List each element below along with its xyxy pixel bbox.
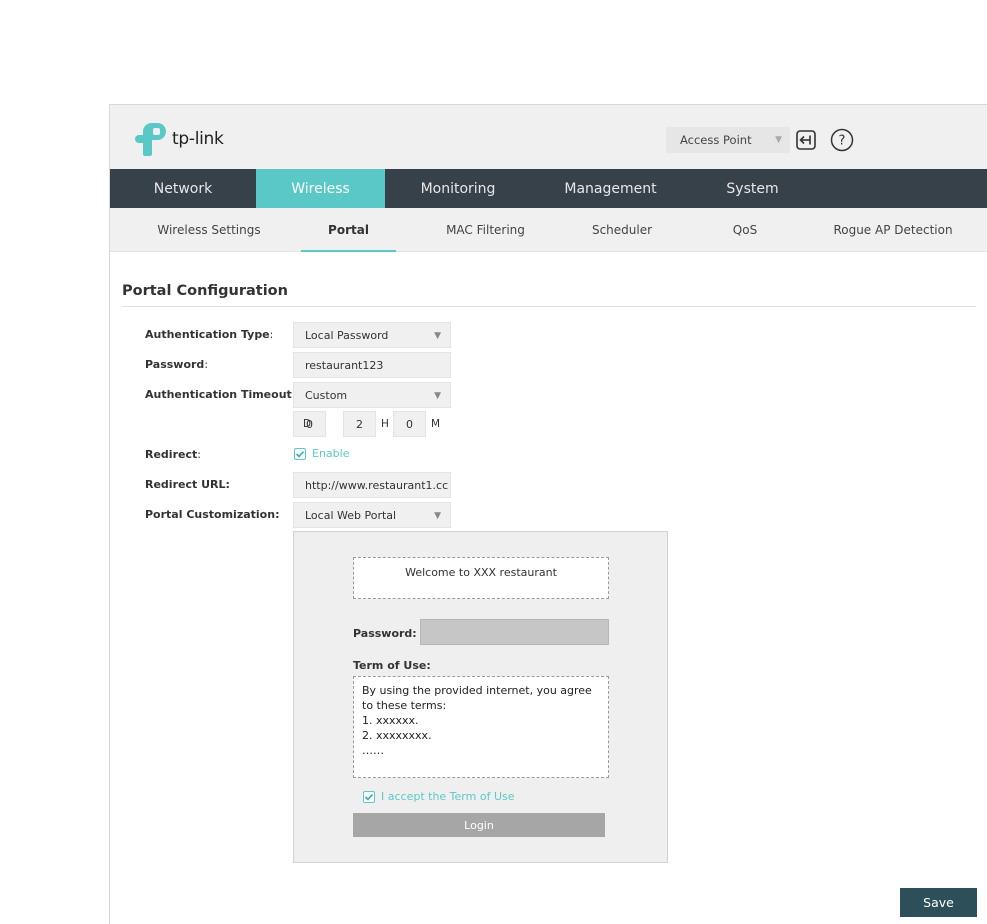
password-input[interactable]: restaurant123 bbox=[293, 352, 451, 378]
redirect-url-input[interactable]: http://www.restaurant1.cc bbox=[293, 472, 451, 498]
auth-timeout-value: Custom bbox=[305, 388, 348, 402]
operation-mode-value: Access Point bbox=[680, 133, 752, 147]
preview-accept-checkbox: I accept the Term of Use bbox=[363, 790, 515, 803]
auth-type-label: Authentication Type: bbox=[145, 328, 274, 341]
tab-scheduler[interactable]: Scheduler bbox=[572, 208, 672, 252]
tp-link-logo-icon bbox=[134, 121, 168, 157]
chevron-down-icon: ▼ bbox=[775, 135, 782, 145]
tab-rogue-ap-detection[interactable]: Rogue AP Detection bbox=[821, 208, 965, 252]
redirect-enable-checkbox[interactable]: Enable bbox=[294, 447, 349, 460]
sub-nav: Wireless Settings Portal MAC Filtering S… bbox=[110, 208, 987, 252]
preview-password-label: Password: bbox=[353, 627, 417, 640]
terms-line: 2. xxxxxxxx. bbox=[362, 729, 432, 742]
nav-network[interactable]: Network bbox=[110, 169, 256, 208]
logout-icon bbox=[796, 130, 816, 150]
checkbox-checked-icon bbox=[294, 447, 306, 460]
auth-timeout-select[interactable]: Custom ▼ bbox=[293, 382, 451, 408]
preview-password-input bbox=[420, 619, 609, 645]
auth-type-value: Local Password bbox=[305, 328, 389, 342]
main-nav: Network Wireless Monitoring Management S… bbox=[110, 169, 987, 208]
terms-line: 1. xxxxxx. bbox=[362, 714, 419, 727]
help-icon: ? bbox=[830, 128, 854, 152]
chevron-down-icon: ▼ bbox=[434, 331, 441, 341]
portal-customization-label: Portal Customization: bbox=[145, 508, 280, 521]
help-button[interactable]: ? bbox=[830, 128, 854, 152]
preview-welcome-text[interactable]: Welcome to XXX restaurant bbox=[353, 557, 609, 599]
tp-link-logo: tp-link bbox=[134, 121, 224, 157]
tab-qos[interactable]: QoS bbox=[710, 208, 780, 252]
timeout-hours-unit: H bbox=[381, 418, 389, 430]
redirect-enable-label: Enable bbox=[312, 447, 350, 460]
nav-system[interactable]: System bbox=[690, 169, 815, 208]
app-frame: tp-link Access Point ▼ ? Network Wireles… bbox=[109, 104, 987, 924]
redirect-label-text: Redirect bbox=[145, 448, 198, 461]
auth-timeout-label: Authentication Timeout: bbox=[145, 388, 297, 401]
logo-text: tp-link bbox=[172, 129, 224, 149]
password-label: Password: bbox=[145, 358, 209, 371]
timeout-minutes-unit: M bbox=[431, 418, 441, 430]
section-divider bbox=[122, 306, 976, 307]
password-label-text: Password bbox=[145, 358, 205, 371]
chevron-down-icon: ▼ bbox=[434, 391, 441, 401]
chevron-down-icon: ▼ bbox=[434, 511, 441, 521]
page-title: Portal Configuration bbox=[122, 283, 288, 299]
terms-line: …… bbox=[362, 744, 384, 757]
redirect-label: Redirect: bbox=[145, 448, 201, 461]
preview-terms-textarea[interactable]: By using the provided internet, you agre… bbox=[353, 676, 609, 778]
portal-customization-value: Local Web Portal bbox=[305, 508, 397, 522]
nav-monitoring[interactable]: Monitoring bbox=[385, 169, 531, 208]
terms-line: By using the provided internet, you agre… bbox=[362, 684, 592, 712]
preview-accept-label: I accept the Term of Use bbox=[381, 790, 515, 803]
tab-portal[interactable]: Portal bbox=[301, 208, 396, 252]
portal-preview: Welcome to XXX restaurant Password: Term… bbox=[293, 531, 668, 863]
checkbox-checked-icon bbox=[363, 790, 375, 803]
tab-wireless-settings[interactable]: Wireless Settings bbox=[138, 208, 280, 252]
top-bar: tp-link Access Point ▼ ? bbox=[110, 105, 987, 169]
nav-wireless[interactable]: Wireless bbox=[256, 169, 385, 208]
auth-type-label-text: Authentication Type bbox=[145, 328, 270, 341]
portal-customization-select[interactable]: Local Web Portal ▼ bbox=[293, 502, 451, 528]
redirect-url-value: http://www.restaurant1.cc bbox=[305, 478, 449, 492]
preview-login-button: Login bbox=[353, 813, 605, 837]
password-value: restaurant123 bbox=[305, 358, 384, 372]
auth-type-select[interactable]: Local Password ▼ bbox=[293, 322, 451, 348]
timeout-minutes-input[interactable]: 0 bbox=[393, 411, 426, 437]
nav-management[interactable]: Management bbox=[531, 169, 690, 208]
redirect-url-label: Redirect URL: bbox=[145, 478, 230, 491]
save-button[interactable]: Save bbox=[900, 888, 977, 917]
svg-text:?: ? bbox=[839, 134, 846, 149]
timeout-days-unit: D bbox=[303, 418, 312, 430]
logout-button[interactable] bbox=[794, 128, 818, 152]
operation-mode-select[interactable]: Access Point ▼ bbox=[666, 127, 790, 153]
preview-term-label: Term of Use: bbox=[353, 659, 431, 672]
tab-mac-filtering[interactable]: MAC Filtering bbox=[428, 208, 543, 252]
timeout-hours-input[interactable]: 2 bbox=[343, 411, 376, 437]
